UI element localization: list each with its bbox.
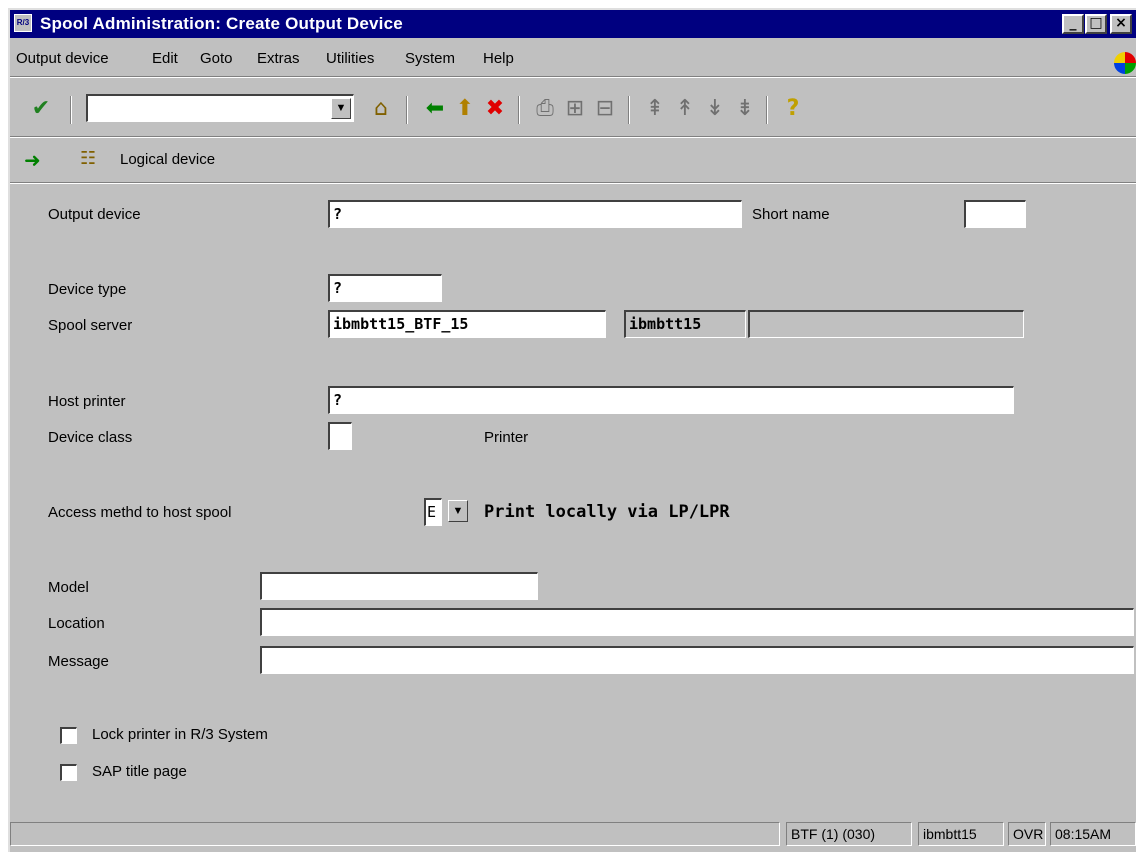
close-button[interactable]: × <box>1110 14 1132 34</box>
spool-server-extra-display <box>748 310 1024 338</box>
access-method-label: Access methd to host spool <box>48 504 232 521</box>
device-class-input[interactable] <box>328 422 352 450</box>
sap-title-page-label: SAP title page <box>92 763 187 780</box>
spool-server-input[interactable]: ibmbtt15_BTF_15 <box>328 310 606 338</box>
toolbar-separator <box>518 96 520 124</box>
device-type-input[interactable]: ? <box>328 274 442 302</box>
device-type-label: Device type <box>48 281 127 298</box>
host-printer-label: Host printer <box>48 393 126 410</box>
sap-window: R/3 Spool Administration: Create Output … <box>8 8 1136 852</box>
last-page-icon[interactable]: ⇟ <box>732 96 758 122</box>
output-device-input[interactable]: ? <box>328 200 742 228</box>
find-icon[interactable]: ⊞ <box>562 96 588 122</box>
first-page-icon[interactable]: ⇞ <box>642 96 668 122</box>
logical-device-icon[interactable]: ☷ <box>80 148 96 169</box>
menu-utilities[interactable]: Utilities <box>326 50 374 67</box>
short-name-label: Short name <box>752 206 830 223</box>
location-label: Location <box>48 615 105 632</box>
status-message <box>10 822 780 846</box>
status-server: ibmbtt15 <box>918 822 1004 846</box>
toolbar-separator <box>628 96 630 124</box>
status-bar: BTF (1) (030) ibmbtt15 OVR 08:15AM <box>10 816 1136 848</box>
divider <box>10 76 1136 78</box>
menu-help[interactable]: Help <box>483 50 514 67</box>
lock-printer-label: Lock printer in R/3 System <box>92 726 268 743</box>
host-printer-input[interactable]: ? <box>328 386 1014 414</box>
exit-icon[interactable]: ⬆ <box>452 96 478 122</box>
short-name-input[interactable] <box>964 200 1026 228</box>
logical-device-button[interactable]: Logical device <box>120 151 215 168</box>
find-next-icon[interactable]: ⊟ <box>592 96 618 122</box>
previous-page-icon[interactable]: ↟ <box>672 96 698 122</box>
spool-server-host-display: ibmbtt15 <box>624 310 746 338</box>
access-method-input[interactable]: E <box>424 498 442 526</box>
sap-title-page-checkbox[interactable] <box>60 764 77 781</box>
next-screen-icon[interactable]: ➜ <box>24 148 41 172</box>
status-mode[interactable]: OVR <box>1008 822 1046 846</box>
menu-edit[interactable]: Edit <box>152 50 178 67</box>
help-icon[interactable]: ? <box>780 96 806 122</box>
toolbar-separator <box>70 96 72 124</box>
output-device-label: Output device <box>48 206 141 223</box>
menu-output-device[interactable]: Output device <box>16 50 109 67</box>
back-icon[interactable]: ⬅ <box>422 96 448 122</box>
location-input[interactable] <box>260 608 1134 636</box>
spool-server-label: Spool server <box>48 317 133 334</box>
next-page-icon[interactable]: ↡ <box>702 96 728 122</box>
model-input[interactable] <box>260 572 538 600</box>
maximize-button[interactable]: □ <box>1085 14 1107 34</box>
menu-system[interactable]: System <box>405 50 455 67</box>
access-method-dropdown-icon[interactable]: ▼ <box>448 500 468 522</box>
message-input[interactable] <box>260 646 1134 674</box>
menu-extras[interactable]: Extras <box>257 50 300 67</box>
command-field[interactable]: ▼ <box>86 94 354 122</box>
enter-check-icon[interactable]: ✔ <box>28 96 54 122</box>
menu-bar: Output device Edit Goto Extras Utilities… <box>10 44 1136 74</box>
toolbar-separator <box>406 96 408 124</box>
print-icon[interactable]: ⎙ <box>532 96 558 122</box>
cancel-icon[interactable]: ✖ <box>482 96 508 122</box>
sap-app-icon[interactable]: R/3 <box>14 14 32 32</box>
model-label: Model <box>48 579 89 596</box>
sap-logo-icon <box>1114 52 1136 74</box>
standard-toolbar: ✔ ▼ ⌂ ⬅ ⬆ ✖ ⎙ ⊞ ⊟ ⇞ ↟ ↡ ⇟ ? <box>10 82 1136 132</box>
device-class-label: Device class <box>48 429 133 446</box>
toolbar-separator <box>766 96 768 124</box>
lock-printer-checkbox[interactable] <box>60 727 77 744</box>
menu-goto[interactable]: Goto <box>200 50 233 67</box>
divider <box>10 182 1136 184</box>
title-bar: R/3 Spool Administration: Create Output … <box>10 10 1136 38</box>
message-label: Message <box>48 653 109 670</box>
status-time: 08:15AM <box>1050 822 1136 846</box>
minimize-button[interactable]: _ <box>1062 14 1084 34</box>
application-toolbar: ➜ ☷ Logical device <box>10 144 1136 180</box>
window-title: Spool Administration: Create Output Devi… <box>40 14 403 33</box>
access-method-description: Print locally via LP/LPR <box>484 502 730 522</box>
save-icon[interactable]: ⌂ <box>368 96 394 122</box>
status-system[interactable]: BTF (1) (030) <box>786 822 912 846</box>
device-class-description: Printer <box>484 429 529 446</box>
divider <box>10 136 1136 138</box>
chevron-down-icon[interactable]: ▼ <box>331 98 351 119</box>
